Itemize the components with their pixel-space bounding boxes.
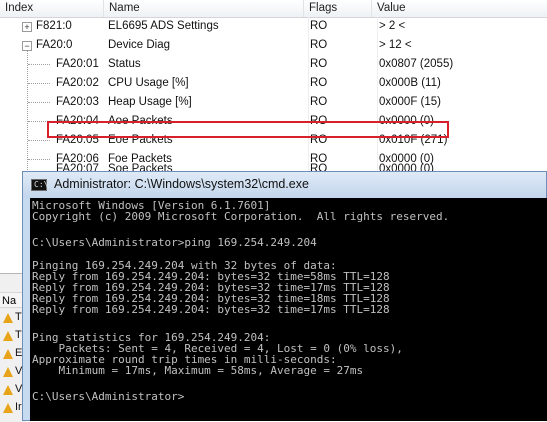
cmd-icon[interactable]: C:\ [31,179,49,191]
table-row[interactable]: FA20:03 Heap Usage [%] RO 0x000F (15) [0,93,547,112]
row-flags: RO [308,74,327,93]
row-flags: RO [308,93,327,112]
table-row[interactable]: FA20:02 CPU Usage [%] RO 0x000B (11) [0,74,547,93]
row-value: > 2 < [377,17,405,36]
column-header-flags[interactable]: Flags [304,0,372,17]
row-name: Device Diag [108,39,170,51]
table-row[interactable]: − FA20:0 Device Diag RO > 12 < [0,36,547,55]
row-value: 0x000B (11) [377,74,441,93]
row-value: 0x0807 (2055) [377,55,453,74]
row-name: Heap Usage [%] [108,96,192,108]
highlight-box [47,121,449,138]
table-header: Index Name Flags Value [0,0,547,18]
window-title: Administrator: C:\Windows\system32\cmd.e… [54,177,309,191]
cmd-title-bar[interactable]: C:\ Administrator: C:\Windows\system32\c… [23,172,546,198]
column-header-name[interactable]: Name [104,0,304,17]
row-flags: RO [308,36,327,55]
console-line: Copyright (c) 2009 Microsoft Corporation… [32,210,450,223]
console-prompt: C:\Users\Administrator> [32,390,185,403]
table-row[interactable]: + F821:0 EL6695 ADS Settings RO > 2 < [0,17,547,36]
column-header-value[interactable]: Value [372,0,547,17]
row-name: EL6695 ADS Settings [108,20,219,32]
warning-icon [3,403,13,413]
cmd-window[interactable]: C:\ Administrator: C:\Windows\system32\c… [22,171,547,421]
row-value: 0x000F (15) [377,93,441,112]
table-row[interactable]: FA20:01 Status RO 0x0807 (2055) [0,55,547,74]
row-index: FA20:03 [56,96,99,108]
console-line: Reply from 169.254.249.204: bytes=32 tim… [32,303,390,316]
row-name: CPU Usage [%] [108,77,189,89]
row-name: Status [108,58,141,70]
list-item-label: T [15,329,22,341]
expand-icon[interactable]: + [22,22,32,32]
collapse-icon[interactable]: − [22,41,32,51]
warning-icon [3,313,13,323]
console-line: Minimum = 17ms, Maximum = 58ms, Average … [32,364,364,377]
row-index: FA20:0 [36,39,73,51]
row-index: FA20:02 [56,77,99,89]
console-line: C:\Users\Administrator>ping 169.254.249.… [32,236,317,249]
cmd-icon-text: C:\ [34,180,49,189]
column-header-index[interactable]: Index [0,0,104,17]
warning-icon [3,349,13,359]
warning-icon [3,331,13,341]
console-output[interactable]: Microsoft Windows [Version 6.1.7601] Cop… [30,198,547,421]
row-index: F821:0 [36,20,72,32]
row-flags: RO [308,17,327,36]
row-value: > 12 < [377,36,412,55]
warning-icon [3,367,13,377]
row-flags: RO [308,55,327,74]
warning-icon [3,385,13,395]
list-item-label: T [15,311,22,323]
row-index: FA20:01 [56,58,99,70]
list-item-label: Ir [15,401,22,413]
